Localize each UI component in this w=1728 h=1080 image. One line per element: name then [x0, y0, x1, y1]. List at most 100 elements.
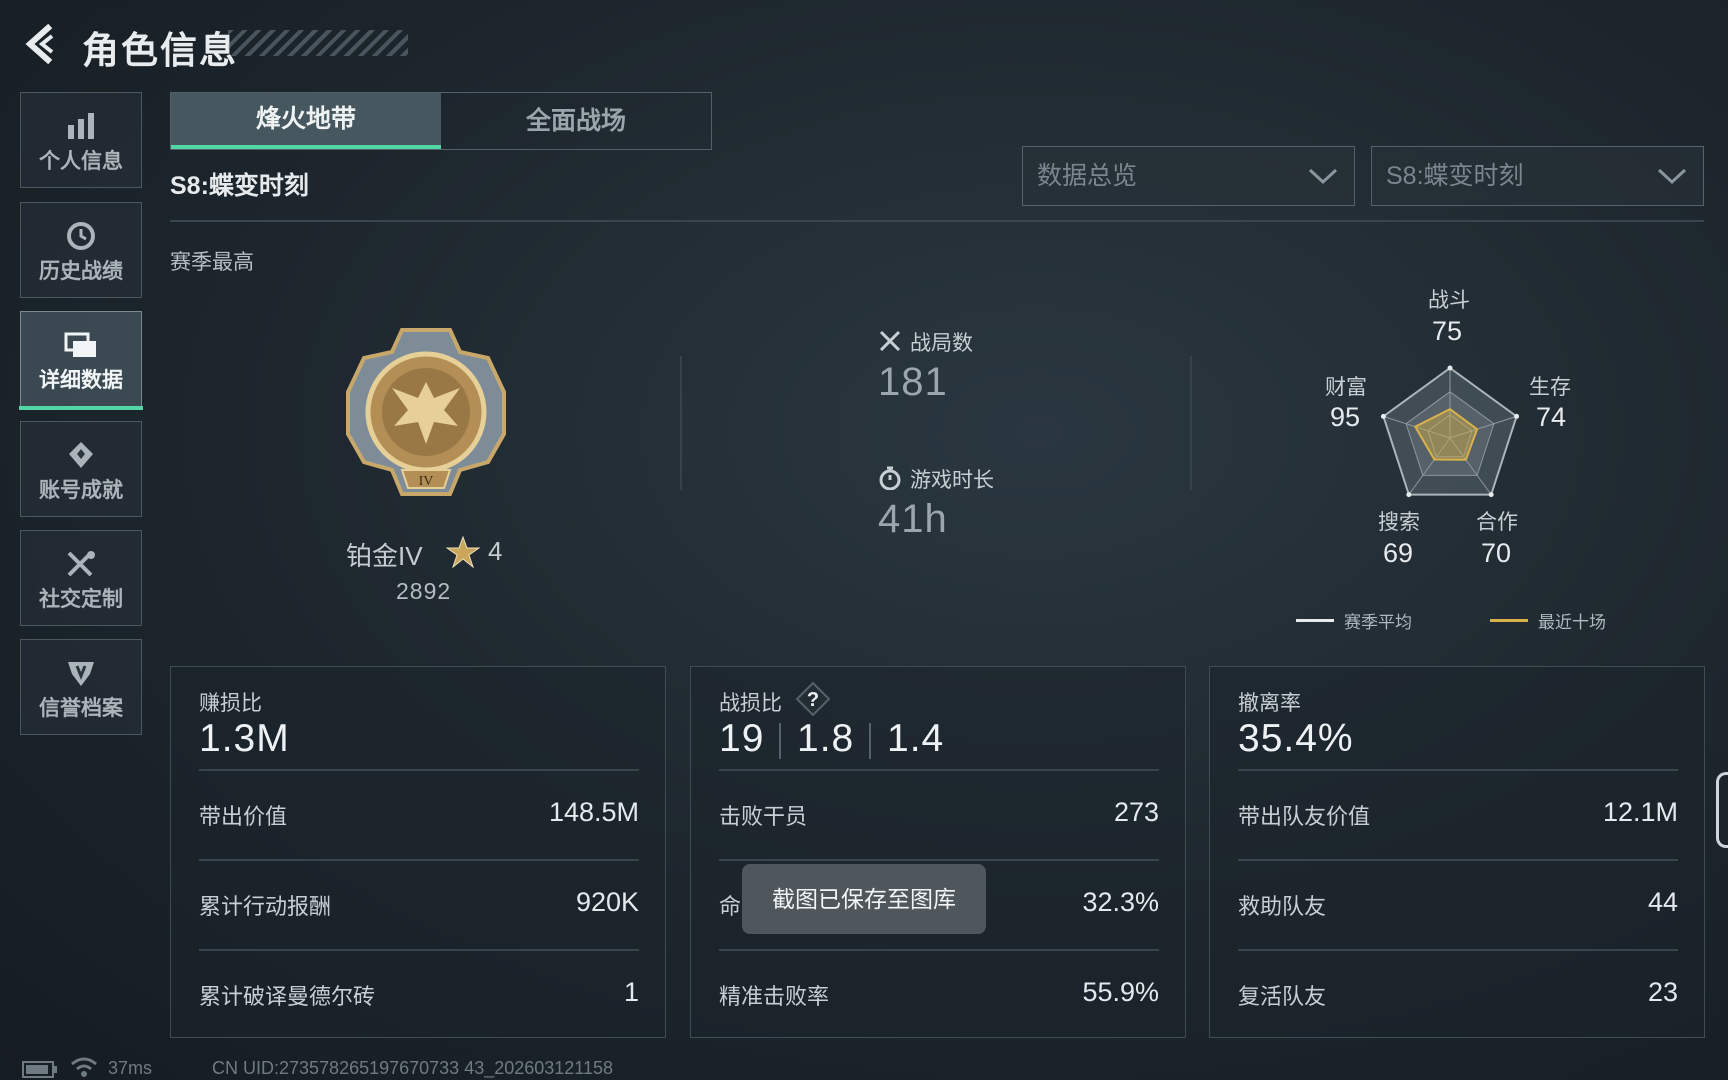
row-label: 带出队友价值 [1238, 804, 1371, 829]
tools-icon [67, 551, 95, 577]
rank-star-count: 4 [488, 536, 503, 566]
ping-readout: 37ms [108, 1058, 153, 1078]
row-value: 55.9% [1082, 977, 1159, 1007]
row-value: 148.5M [548, 797, 639, 827]
radar-label-survival: 生存 [1529, 376, 1571, 399]
row-label: 累计行动报酬 [199, 894, 332, 919]
page-title: 角色信息 [82, 30, 238, 71]
radar-vertex-search [1406, 492, 1412, 498]
divider [199, 949, 639, 951]
playtime-label: 游戏时长 [910, 469, 994, 492]
edge-handle[interactable] [1716, 772, 1728, 848]
battery-icon [22, 1061, 57, 1078]
sidebar-item-reputation[interactable]: 信誉档案 [20, 639, 142, 735]
kd-value-1: 19 [719, 717, 765, 760]
rank-points: 2892 [396, 578, 452, 604]
radar-value-wealth: 95 [1330, 402, 1361, 432]
radar-label-wealth: 财富 [1325, 376, 1367, 399]
sidebar-item-profile[interactable]: 个人信息 [20, 92, 142, 188]
divider [1238, 769, 1678, 771]
kd-value-2: 1.8 [797, 717, 855, 760]
mode-tabs: 烽火地带 全面战场 [170, 92, 712, 150]
view-dropdown-value: 数据总览 [1037, 162, 1138, 190]
row-label: 复活队友 [1238, 984, 1327, 1009]
uid-text: CN UID:273578265197670733 43_20260312115… [212, 1058, 614, 1078]
radar-vertex-survival [1514, 413, 1520, 419]
divider [779, 723, 781, 759]
legend-recent-ten: 最近十场 [1538, 613, 1606, 632]
crossed-swords-icon [879, 330, 901, 352]
sidebar-item-label: 历史战绩 [39, 260, 123, 283]
chevron-down-icon [1657, 168, 1687, 185]
divider [680, 356, 682, 490]
tab-all-out-warfare[interactable]: 全面战场 [441, 93, 711, 149]
radar-value-survival: 74 [1536, 402, 1567, 432]
row-value: 23 [1647, 977, 1678, 1007]
season-dropdown-value: S8:蝶变时刻 [1386, 162, 1524, 190]
legend-recent-ten-swatch [1490, 619, 1528, 622]
radar-vertex-cooperation [1488, 492, 1494, 498]
kd-value-3: 1.4 [887, 717, 945, 760]
matches-label: 战局数 [910, 332, 973, 355]
sidebar-item-details[interactable]: 详细数据 [19, 311, 143, 410]
chevron-down-icon [1308, 168, 1338, 185]
shield-icon [68, 662, 94, 686]
view-dropdown[interactable]: 数据总览 [1022, 146, 1355, 206]
kd-panel: 战损比 ? 19 1.8 1.4 击败干员 273 命 32.3% 精准击败率 … [690, 666, 1186, 1038]
bar-chart-icon [68, 113, 94, 139]
rank-badge-icon: IV [346, 328, 506, 496]
tab-hazard-zone[interactable]: 烽火地带 [171, 93, 441, 149]
row-label: 命 [719, 894, 742, 919]
sidebar-item-label: 详细数据 [39, 369, 123, 392]
divider [199, 769, 639, 771]
season-best-label: 赛季最高 [170, 251, 254, 274]
radar-label-search: 搜索 [1378, 511, 1420, 534]
extract-value: 35.4% [1238, 717, 1354, 760]
kd-label: 战损比 [719, 692, 782, 715]
row-value: 32.3% [1082, 887, 1159, 917]
sidebar-item-label: 账号成就 [39, 479, 123, 502]
divider [170, 220, 1704, 222]
divider [719, 949, 1159, 951]
season-dropdown[interactable]: S8:蝶变时刻 [1371, 146, 1704, 206]
row-value: 44 [1647, 887, 1678, 917]
legend-season-avg-swatch [1296, 619, 1334, 622]
season-title: S8:蝶变时刻 [170, 172, 309, 200]
extract-panel: 撤离率 35.4% 带出队友价值 12.1M 救助队友 44 复活队友 23 [1209, 666, 1705, 1038]
profit-panel: 赚损比 1.3M 带出价值 148.5M 累计行动报酬 920K 累计破译曼德尔… [170, 666, 666, 1038]
sidebar-item-label: 信誉档案 [39, 697, 123, 720]
radar-value-cooperation: 70 [1481, 538, 1512, 568]
achievement-icon [69, 442, 93, 468]
row-label: 带出价值 [199, 804, 288, 829]
back-arrow-icon[interactable] [18, 22, 62, 66]
row-value: 273 [1113, 797, 1159, 827]
row-label: 救助队友 [1238, 894, 1327, 919]
radar-label-cooperation: 合作 [1476, 511, 1518, 534]
wifi-icon [71, 1057, 97, 1077]
star-icon [446, 536, 480, 568]
divider [719, 769, 1159, 771]
row-label: 累计破译曼德尔砖 [199, 984, 376, 1009]
rank-name: 铂金IV [346, 541, 423, 571]
radar-vertex-combat [1447, 365, 1453, 371]
radar-value-combat: 75 [1432, 316, 1463, 346]
history-icon [67, 222, 95, 250]
profit-label: 赚损比 [199, 692, 262, 715]
sidebar-item-label: 社交定制 [39, 588, 123, 611]
divider [719, 859, 1159, 861]
svg-text:IV: IV [419, 474, 434, 489]
extract-label: 撤离率 [1238, 692, 1301, 715]
help-icon[interactable]: ? [795, 681, 831, 717]
sidebar-item-social[interactable]: 社交定制 [20, 530, 142, 626]
radar-vertex-wealth [1380, 413, 1386, 419]
radar-label-combat: 战斗 [1428, 289, 1470, 312]
divider [1238, 859, 1678, 861]
cards-icon [64, 332, 96, 357]
divider [199, 859, 639, 861]
radar-chart [1380, 365, 1520, 498]
sidebar-item-achievements[interactable]: 账号成就 [20, 421, 142, 517]
matches-value: 181 [878, 360, 948, 404]
row-value: 920K [575, 887, 639, 917]
sidebar-item-history[interactable]: 历史战绩 [20, 202, 142, 298]
help-icon-glyph: ? [807, 689, 819, 711]
